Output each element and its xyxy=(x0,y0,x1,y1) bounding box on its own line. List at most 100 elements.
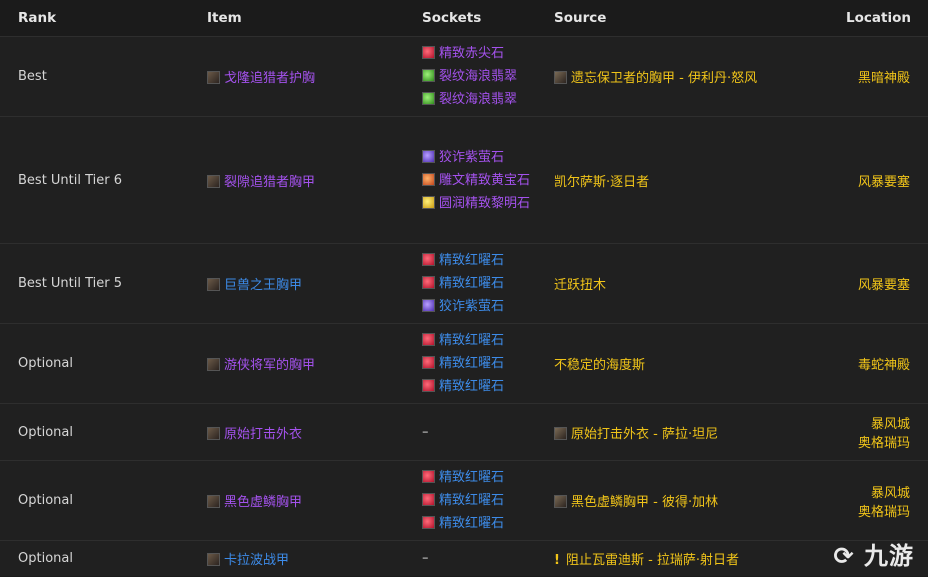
red-gem-icon xyxy=(422,470,435,483)
location-cell[interactable]: 黑暗神殿 xyxy=(826,36,928,117)
item-icon[interactable] xyxy=(207,495,220,508)
source-link[interactable]: 黑色虚鳞胸甲 - 彼得·加林 xyxy=(571,495,718,510)
socket-gem[interactable]: 裂纹海浪翡翠 xyxy=(422,65,536,88)
location-cell[interactable]: 毒蛇神殿 xyxy=(826,323,928,404)
item-link[interactable]: 游侠将军的胸甲 xyxy=(224,358,315,373)
source-link[interactable]: 阻止瓦雷迪斯 - 拉瑞萨·射日者 xyxy=(566,553,739,568)
item-icon[interactable] xyxy=(207,174,220,188)
no-sockets-dash: – xyxy=(422,551,429,566)
socket-gem[interactable]: 精致红曜石 xyxy=(422,375,536,398)
purple-gem-icon xyxy=(422,299,435,312)
item-link[interactable]: 裂隙追猎者胸甲 xyxy=(224,175,315,190)
item-icon[interactable] xyxy=(207,553,220,566)
red-gem-icon xyxy=(422,46,435,59)
item-link[interactable]: 巨兽之王胸甲 xyxy=(224,278,302,293)
rank-cell: Best xyxy=(0,36,189,117)
sockets-cell: 狡诈紫萤石 雕文精致黄宝石 圆润精致黎明石 xyxy=(404,116,536,244)
location-link[interactable]: 奥格瑞玛 xyxy=(844,501,910,520)
watermark-logo-icon: ⟳ xyxy=(833,542,855,570)
item-link[interactable]: 原始打击外衣 xyxy=(224,427,302,442)
yellow-gem-icon xyxy=(422,195,435,209)
socket-gem[interactable]: 雕文精致黄宝石 xyxy=(422,169,536,192)
table-row: Best Until Tier 6 裂隙追猎者胸甲 狡诈紫萤石 雕文精致黄宝石 … xyxy=(0,116,928,244)
header-sockets[interactable]: Sockets xyxy=(404,0,536,37)
item-icon[interactable] xyxy=(207,71,220,84)
rank-cell: Best Until Tier 5 xyxy=(0,243,189,324)
location-cell[interactable]: 风暴要塞 xyxy=(826,116,928,244)
table-row: Best 戈隆追猎者护胸 精致赤尖石 裂纹海浪翡翠 裂纹海浪翡翠 遗忘保卫者的胸… xyxy=(0,36,928,117)
item-icon[interactable] xyxy=(207,426,220,440)
sockets-cell: – xyxy=(404,540,536,576)
rank-cell: Optional xyxy=(0,460,189,541)
sockets-cell: – xyxy=(404,403,536,461)
sockets-cell: 精致红曜石 精致红曜石 精致红曜石 xyxy=(404,460,536,541)
source-cell: 遗忘保卫者的胸甲 - 伊利丹·怒风 xyxy=(536,36,826,117)
green-gem-icon xyxy=(422,69,435,82)
item-cell: 巨兽之王胸甲 xyxy=(189,243,404,324)
header-source[interactable]: Source xyxy=(536,0,826,37)
source-item-icon[interactable] xyxy=(554,71,567,84)
sockets-cell: 精致红曜石 精致红曜石 精致红曜石 xyxy=(404,323,536,404)
socket-gem[interactable]: 精致红曜石 xyxy=(422,272,536,295)
socket-gem[interactable]: 精致赤尖石 xyxy=(422,42,536,65)
source-cell[interactable]: 不稳定的海度斯 xyxy=(536,323,826,404)
gear-table: Rank Item Sockets Source Location Best 戈… xyxy=(0,0,928,576)
location-link[interactable]: 暴风城 xyxy=(844,413,910,432)
socket-gem[interactable]: 裂纹海浪翡翠 xyxy=(422,88,536,111)
item-cell: 原始打击外衣 xyxy=(189,403,404,461)
socket-gem[interactable]: 精致红曜石 xyxy=(422,329,536,352)
item-icon[interactable] xyxy=(207,278,220,291)
quest-exclamation-icon: ! xyxy=(554,553,560,568)
socket-gem[interactable]: 精致红曜石 xyxy=(422,512,536,535)
header-location[interactable]: Location xyxy=(826,0,928,37)
orange-gem-icon xyxy=(422,172,435,186)
rank-cell: Best Until Tier 6 xyxy=(0,116,189,244)
red-gem-icon xyxy=(422,276,435,289)
table-row: Best Until Tier 5 巨兽之王胸甲 精致红曜石 精致红曜石 狡诈紫… xyxy=(0,243,928,324)
header-rank[interactable]: Rank xyxy=(0,0,189,37)
source-cell: 黑色虚鳞胸甲 - 彼得·加林 xyxy=(536,460,826,541)
socket-gem[interactable]: 狡诈紫萤石 xyxy=(422,146,536,169)
red-gem-icon xyxy=(422,379,435,392)
green-gem-icon xyxy=(422,92,435,105)
item-icon[interactable] xyxy=(207,358,220,371)
rank-cell: Optional xyxy=(0,403,189,461)
location-cell: 暴风城 奥格瑞玛 xyxy=(826,460,928,541)
rank-cell: Optional xyxy=(0,540,189,576)
item-link[interactable]: 卡拉波战甲 xyxy=(224,553,289,568)
location-cell: 暴风城 奥格瑞玛 xyxy=(826,403,928,461)
site-watermark: ⟳ 九游 xyxy=(833,542,914,570)
source-link[interactable]: 遗忘保卫者的胸甲 - 伊利丹·怒风 xyxy=(571,71,757,86)
source-link[interactable]: 原始打击外衣 - 萨拉·坦尼 xyxy=(571,427,718,442)
item-link[interactable]: 戈隆追猎者护胸 xyxy=(224,71,315,86)
socket-gem[interactable]: 狡诈紫萤石 xyxy=(422,295,536,318)
socket-gem[interactable]: 圆润精致黎明石 xyxy=(422,192,536,215)
item-link[interactable]: 黑色虚鳞胸甲 xyxy=(224,495,302,510)
red-gem-icon xyxy=(422,516,435,529)
table-header-row: Rank Item Sockets Source Location xyxy=(0,0,928,37)
location-link[interactable]: 暴风城 xyxy=(844,482,910,501)
item-cell: 游侠将军的胸甲 xyxy=(189,323,404,404)
socket-gem[interactable]: 精致红曜石 xyxy=(422,466,536,489)
location-link[interactable]: 奥格瑞玛 xyxy=(844,432,910,451)
item-cell: 卡拉波战甲 xyxy=(189,540,404,576)
item-cell: 黑色虚鳞胸甲 xyxy=(189,460,404,541)
source-cell: 原始打击外衣 - 萨拉·坦尼 xyxy=(536,403,826,461)
header-item[interactable]: Item xyxy=(189,0,404,37)
source-item-icon[interactable] xyxy=(554,495,567,508)
red-gem-icon xyxy=(422,493,435,506)
no-sockets-dash: – xyxy=(422,424,429,440)
source-item-icon[interactable] xyxy=(554,426,567,440)
socket-gem[interactable]: 精致红曜石 xyxy=(422,249,536,272)
source-cell[interactable]: 迁跃扭木 xyxy=(536,243,826,324)
source-cell[interactable]: 凯尔萨斯·逐日者 xyxy=(536,116,826,244)
red-gem-icon xyxy=(422,333,435,346)
purple-gem-icon xyxy=(422,149,435,163)
location-cell[interactable]: 风暴要塞 xyxy=(826,243,928,324)
table-row: Optional 游侠将军的胸甲 精致红曜石 精致红曜石 精致红曜石 不稳定的海… xyxy=(0,323,928,404)
table-row: Optional 卡拉波战甲 – ! 阻止瓦雷迪斯 - 拉瑞萨·射日者 xyxy=(0,540,928,576)
red-gem-icon xyxy=(422,356,435,369)
socket-gem[interactable]: 精致红曜石 xyxy=(422,489,536,512)
source-cell: ! 阻止瓦雷迪斯 - 拉瑞萨·射日者 xyxy=(536,540,826,576)
socket-gem[interactable]: 精致红曜石 xyxy=(422,352,536,375)
